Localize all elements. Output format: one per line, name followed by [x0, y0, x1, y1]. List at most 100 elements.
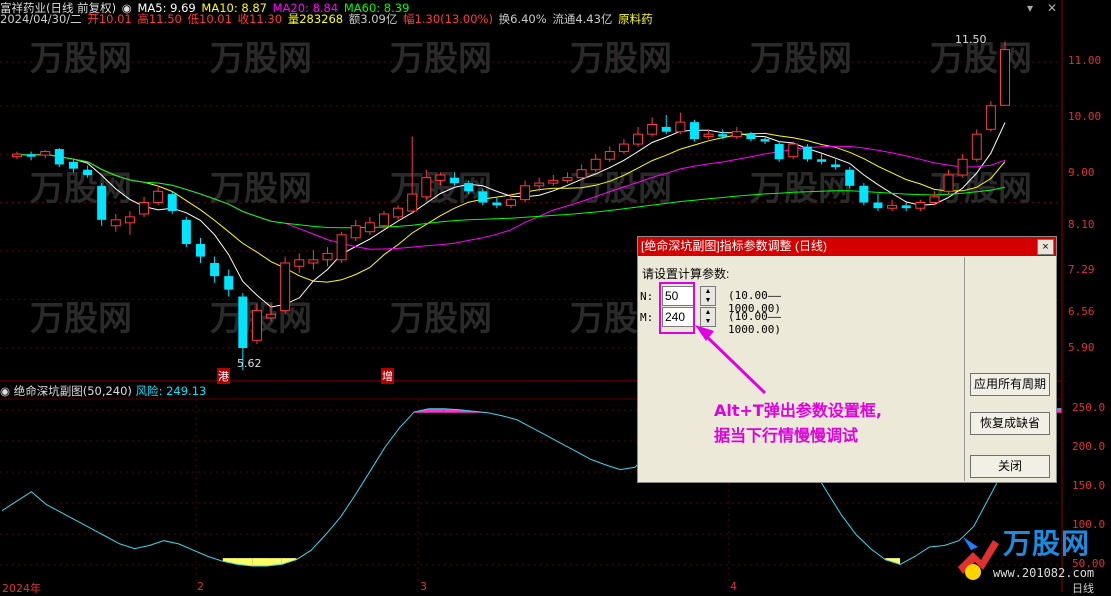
restore-defaults-button[interactable]: 恢复成缺省: [970, 412, 1050, 435]
candle-body: [718, 134, 728, 137]
annotation-text: Alt+T弹出参数设置框, 据当下行情慢慢调试: [714, 398, 882, 448]
candle-body: [492, 202, 502, 206]
candle-body: [633, 133, 644, 145]
indicator-tick: 250.0: [1072, 401, 1106, 414]
candle-body: [548, 179, 559, 184]
candle-body: [364, 222, 375, 233]
indicator-tick: 200.0: [1072, 440, 1106, 453]
candle-body: [308, 259, 319, 264]
watermark: 万股网: [390, 39, 492, 79]
candle-body: [153, 190, 164, 204]
annotation-line: Alt+T弹出参数设置框,: [714, 401, 882, 420]
brand-logo: 万股网 www.201082.com: [953, 522, 1095, 588]
candle-body: [845, 169, 855, 186]
apply-all-periods-button[interactable]: 应用所有周期: [970, 373, 1050, 396]
candle-body: [506, 199, 516, 206]
dialog-titlebar[interactable]: [绝命深坑副图]指标参数调整 (日线) ×: [638, 237, 1056, 256]
quote-date: 2024/04/30/二: [0, 12, 82, 26]
candle-body: [238, 296, 248, 348]
event-tag[interactable]: 港: [217, 368, 230, 384]
candle-body: [251, 310, 262, 341]
quote-float: 流通4.43亿: [552, 12, 613, 26]
quote-volume: 量283268: [287, 12, 344, 26]
price-tick: 8.10: [1068, 218, 1095, 231]
watermark: 万股网: [750, 169, 852, 209]
candle-body: [435, 174, 446, 181]
candle-body: [901, 205, 911, 209]
candle-body: [520, 185, 531, 201]
candle-body: [985, 105, 996, 130]
close-icon[interactable]: ✕: [1047, 1, 1057, 15]
candle-body: [68, 161, 78, 169]
candle-body: [294, 259, 305, 267]
candle-body: [54, 149, 64, 165]
candle-body: [464, 183, 474, 192]
dialog-close-button[interactable]: ×: [1037, 239, 1054, 255]
quote-open: 开10.01: [87, 12, 132, 26]
candle-body: [590, 158, 601, 171]
event-tag[interactable]: 增: [381, 368, 394, 384]
logo-name: 万股网: [1003, 527, 1091, 560]
time-axis-label: 2: [197, 580, 204, 593]
low-price-label: 5.62: [237, 357, 262, 370]
candle-body: [915, 202, 926, 209]
candle-body: [661, 126, 671, 132]
price-tick: 9.00: [1068, 166, 1095, 179]
candle-body: [12, 153, 22, 158]
indicator-menu-icon[interactable]: ◉: [0, 384, 10, 398]
price-tick: 5.90: [1068, 341, 1095, 354]
spin-up-icon[interactable]: ▲: [701, 287, 715, 296]
quote-detail: 2024/04/30/二 开10.01 高11.50 低10.01 收11.30…: [0, 11, 1070, 28]
price-tick: 6.56: [1068, 305, 1095, 318]
annotation-line: 据当下行情慢慢调试: [714, 426, 859, 445]
candle-body: [421, 177, 432, 198]
candle-body: [210, 262, 220, 277]
risk-label: 风险: 249.13: [135, 384, 207, 398]
param-n-spinner[interactable]: ▲ ▼: [700, 286, 716, 306]
candle-body: [760, 139, 770, 142]
watermark: 万股网: [210, 39, 312, 79]
chevron-down-icon[interactable]: ▾: [1027, 1, 1033, 15]
candle-body: [647, 123, 658, 135]
spin-down-icon[interactable]: ▼: [701, 296, 715, 305]
close-button[interactable]: 关闭: [970, 455, 1050, 478]
quote-high: 高11.50: [137, 12, 182, 26]
param-name: N:: [640, 290, 654, 303]
price-tick: 11.00: [1068, 54, 1102, 67]
spin-up-icon[interactable]: ▲: [701, 308, 715, 317]
candle-body: [873, 202, 883, 209]
candle-body: [393, 207, 404, 218]
candle-body: [802, 146, 812, 160]
price-tick: 7.29: [1068, 263, 1095, 276]
candle-body: [181, 219, 191, 244]
candle-body: [774, 144, 784, 160]
watermark: 万股网: [390, 299, 492, 339]
candle-body: [478, 191, 488, 203]
indicator-tick: 150.0: [1072, 479, 1106, 492]
candle-body: [195, 243, 205, 257]
candle-body: [887, 204, 898, 209]
param-name: M:: [640, 311, 654, 324]
candle-body: [859, 185, 869, 203]
watermark: 万股网: [30, 39, 132, 79]
candle-body: [746, 134, 756, 140]
quote-close: 收11.30: [237, 12, 283, 26]
spin-down-icon[interactable]: ▼: [701, 317, 715, 326]
ma60-line: [16, 153, 1006, 229]
candle-body: [971, 133, 982, 160]
candle-body: [266, 313, 277, 319]
candle-body: [943, 174, 954, 192]
candle-body: [703, 133, 714, 138]
candle-body: [929, 196, 940, 204]
candle-body: [1000, 49, 1010, 106]
candle-body: [675, 121, 686, 133]
candle-body: [322, 252, 333, 261]
dialog-divider: [964, 257, 965, 481]
param-m-spinner[interactable]: ▲ ▼: [700, 307, 716, 327]
logo-url: www.201082.com: [993, 566, 1095, 580]
candle-body: [378, 213, 389, 227]
candle-body: [604, 151, 615, 160]
watermark: 万股网: [30, 299, 132, 339]
indicator-header: ◉ 绝命深坑副图(50,240) 风险: 249.13: [0, 383, 206, 399]
candle-body: [83, 169, 93, 176]
